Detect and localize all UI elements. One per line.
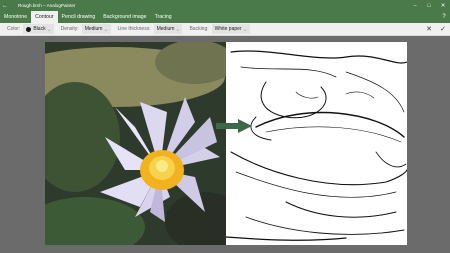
conversion-arrow-icon bbox=[216, 119, 252, 133]
chevron-down-icon: ⌵ bbox=[243, 26, 247, 32]
backing-dropdown[interactable]: White paper ⌵ bbox=[211, 24, 250, 34]
tab-monotone[interactable]: Monotone bbox=[0, 11, 31, 23]
app-window: ← Rough.bmh – AnalogPainter – □ ✕ Monoto… bbox=[0, 0, 450, 253]
title-bar: ← Rough.bmh – AnalogPainter – □ ✕ bbox=[0, 0, 450, 11]
back-arrow-icon[interactable]: ← bbox=[0, 3, 10, 9]
line-thickness-dropdown[interactable]: Medium ⌵ bbox=[153, 24, 183, 34]
tab-contour[interactable]: Contour bbox=[31, 11, 58, 23]
preview-canvas[interactable] bbox=[45, 42, 407, 245]
color-value: Black bbox=[33, 26, 46, 32]
toolbar-actions: ✕ ✓ bbox=[422, 25, 450, 33]
color-swatch-icon bbox=[26, 26, 32, 32]
chevron-down-icon: ⌵ bbox=[47, 26, 51, 32]
window-title: Rough.bmh – AnalogPainter bbox=[18, 3, 76, 8]
backing-value: White paper bbox=[214, 26, 242, 32]
water-lily-photo-image bbox=[45, 42, 226, 245]
minimize-icon[interactable]: – bbox=[408, 3, 422, 9]
chevron-down-icon: ⌵ bbox=[176, 26, 180, 32]
contour-toolbar: Color: Black ⌵ Density: Medium ⌵ Line th… bbox=[0, 23, 450, 36]
contour-lines-image bbox=[226, 50, 407, 241]
line-thickness-label: Line thickness: bbox=[117, 26, 151, 32]
cancel-icon[interactable]: ✕ bbox=[422, 25, 436, 33]
original-photo bbox=[45, 42, 226, 245]
tab-background-image[interactable]: Background image bbox=[99, 11, 150, 23]
color-dropdown[interactable]: Black ⌵ bbox=[23, 24, 54, 34]
tab-tracing[interactable]: Tracing bbox=[151, 11, 176, 23]
maximize-icon[interactable]: □ bbox=[422, 3, 436, 9]
apply-checkmark-icon[interactable]: ✓ bbox=[436, 25, 450, 33]
contour-sketch-preview bbox=[226, 42, 407, 245]
density-value: Medium bbox=[84, 26, 103, 32]
mode-tabs: Monotone Contour Pencil drawing Backgrou… bbox=[0, 11, 450, 23]
tab-pencil-drawing[interactable]: Pencil drawing bbox=[58, 11, 100, 23]
help-icon[interactable]: ? bbox=[438, 14, 450, 20]
window-controls: – □ ✕ bbox=[408, 3, 450, 9]
backing-label: Backing: bbox=[189, 26, 209, 32]
density-label: Density: bbox=[60, 26, 79, 32]
color-label: Color: bbox=[7, 26, 21, 32]
chevron-down-icon: ⌵ bbox=[104, 26, 108, 32]
density-dropdown[interactable]: Medium ⌵ bbox=[81, 24, 111, 34]
line-thickness-value: Medium bbox=[156, 26, 175, 32]
close-icon[interactable]: ✕ bbox=[436, 3, 450, 9]
